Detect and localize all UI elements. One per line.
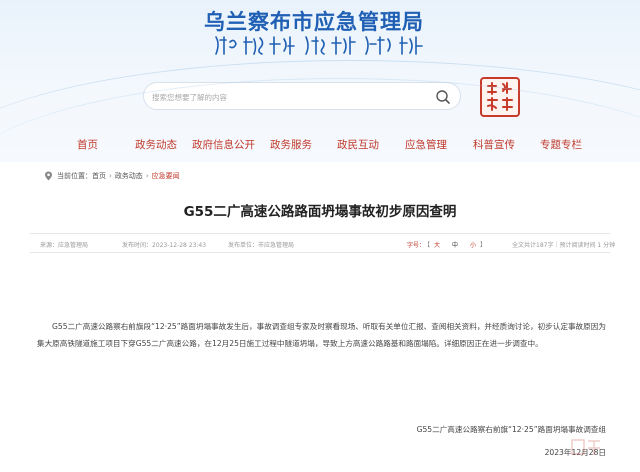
nav-item-emergency-management[interactable]: 应急管理 <box>405 137 447 152</box>
nav-item-special-topics[interactable]: 专题专栏 <box>540 137 582 152</box>
article-title: G55二广高速公路路面坍塌事故初步原因查明 <box>183 204 457 220</box>
breadcrumb-government-news[interactable]: 政务动态 <box>115 171 143 181</box>
article-source: 来源：应急管理局 <box>40 242 89 249</box>
font-size-small-button[interactable]: 小 <box>470 240 476 249</box>
search-input[interactable] <box>152 87 422 107</box>
font-size-large-button[interactable]: 大 <box>434 240 440 249</box>
font-size-label: 字号： <box>407 242 426 249</box>
red-seal-icon <box>480 77 520 117</box>
article-word-count: 全文共计187字｜预计阅读时间 1 分钟 <box>512 242 616 249</box>
font-size-bracket-close: 】 <box>480 242 487 249</box>
nav-item-public-interaction[interactable]: 政民互动 <box>337 137 379 152</box>
watermark-logo-icon <box>571 439 600 455</box>
mongolian-script-title <box>215 36 423 55</box>
breadcrumb-label: 当前位置： <box>57 172 92 180</box>
search-box <box>143 82 461 110</box>
chevron-right-icon: › <box>145 172 149 180</box>
font-size-medium-button[interactable]: 中 <box>452 240 458 249</box>
article-signature-org: G55二广高速公路察右前旗“12·25”路面坍塌事故调查组 <box>416 425 606 434</box>
article-publish-time: 发布时间：2023-12-28 23:43 <box>122 242 207 249</box>
nav-item-science-popularization[interactable]: 科普宣传 <box>473 137 515 152</box>
nav-item-information-disclosure[interactable]: 政府信息公开 <box>192 137 255 152</box>
article-publisher: 发布单位：市应急管理局 <box>228 242 295 249</box>
nav-item-home[interactable]: 首页 <box>77 137 98 152</box>
nav-item-government-services[interactable]: 政务服务 <box>270 137 312 152</box>
article-body: G55二广高速公路察右前旗段“12·25”路面坍塌事故发生后，事故调查组专家及时… <box>37 322 606 348</box>
breadcrumb-emergency-news[interactable]: 应急要闻 <box>152 171 180 181</box>
site-header: 乌兰察布市应急管理局 搜索您想要了解的内容 首页 政务动态 政府信息公开 政务服… <box>0 0 640 162</box>
nav-item-government-news[interactable]: 政务动态 <box>135 137 177 152</box>
search-button[interactable] <box>432 86 454 108</box>
main-nav: 首页 政务动态 政府信息公开 政务服务 政民互动 应急管理 科普宣传 专题专栏 <box>0 130 640 158</box>
breadcrumb: 当前位置： 首页 › 政务动态 › 应急要闻 <box>44 171 180 181</box>
article-meta-bar: 来源：应急管理局 发布时间：2023-12-28 23:43 发布单位：市应急管… <box>30 233 615 253</box>
location-pin-icon <box>45 171 52 181</box>
breadcrumb-home[interactable]: 首页 <box>92 171 106 181</box>
magnifier-icon <box>436 90 450 104</box>
chevron-right-icon: › <box>109 172 112 180</box>
site-title: 乌兰察布市应急管理局 <box>204 10 424 34</box>
font-size-bracket-open: 【 <box>424 242 431 249</box>
